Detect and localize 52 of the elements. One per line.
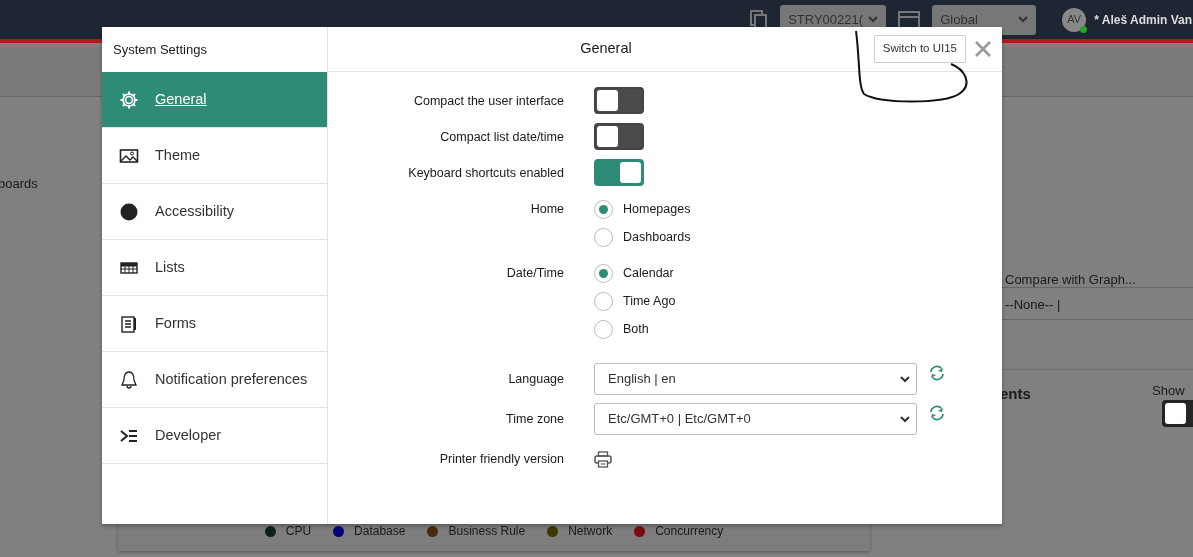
sidebar-item[interactable]: Developer: [102, 408, 327, 464]
toggle-switch[interactable]: [594, 87, 644, 114]
legend-label: Network: [568, 523, 613, 540]
legend-label: Database: [354, 523, 406, 540]
setting-label: Home: [529, 201, 565, 218]
setting-label: Time zone: [505, 410, 565, 428]
caret-icon: [900, 375, 910, 383]
select-field[interactable]: Etc/GMT+0 | Etc/GMT+0: [594, 403, 917, 435]
setting-label: Printer friendly version: [438, 450, 565, 468]
gear-icon: [119, 89, 139, 110]
radio-option[interactable]: Homepages: [594, 195, 691, 223]
radio-option[interactable]: Both: [594, 315, 676, 343]
circle-icon: [119, 201, 139, 222]
caret-icon: [1018, 16, 1029, 23]
sidebar-item[interactable]: Notification preferences: [102, 352, 327, 408]
section-title: ents: [1000, 384, 1031, 404]
user-name[interactable]: * Aleš Admin Van: [1094, 10, 1192, 29]
toggle-switch[interactable]: [594, 123, 644, 150]
switch-ui-button[interactable]: Switch to UI15: [873, 35, 966, 63]
sidebar-item[interactable]: Forms: [102, 296, 327, 352]
toggle-label: Show: [1152, 382, 1185, 400]
sidebar-item[interactable]: Accessibility: [102, 184, 327, 240]
sidebar-item[interactable]: Lists: [102, 240, 327, 296]
legend-label: CPU: [285, 523, 312, 540]
close-button[interactable]: [974, 40, 992, 58]
sidebar-item[interactable]: Theme: [102, 128, 327, 184]
refresh-icon[interactable]: [927, 403, 947, 423]
dialog-heading: General: [579, 39, 633, 59]
setting-label: Compact list date/time: [439, 129, 565, 146]
caret-icon: [900, 415, 910, 423]
close-icon: [974, 40, 992, 58]
printer-icon[interactable]: [594, 450, 612, 468]
sidebar-item[interactable]: General: [102, 72, 327, 128]
radio-option[interactable]: Time Ago: [594, 287, 676, 315]
setting-label: Keyboard shortcuts enabled: [407, 165, 565, 182]
status-dot: [1080, 25, 1088, 33]
radio-option[interactable]: Calendar: [594, 259, 676, 287]
caret-icon: [868, 16, 879, 23]
avatar[interactable]: AV: [1062, 7, 1087, 32]
setting-label: Compact the user interface: [412, 93, 565, 110]
refresh-icon[interactable]: [927, 363, 947, 383]
legend-label: Concurrency: [655, 523, 724, 540]
field-label: Compare with Graph...: [1005, 271, 1136, 289]
select-field[interactable]: English | en: [594, 363, 917, 395]
setting-label: Date/Time: [505, 265, 565, 282]
bell-icon: [119, 369, 139, 390]
radio-option[interactable]: Dashboards: [594, 223, 691, 251]
setting-label: Language: [507, 370, 565, 388]
dialog-title: System Settings: [112, 40, 208, 59]
form-icon: [119, 313, 139, 334]
toggle-switch[interactable]: [594, 159, 644, 186]
legend-label: Business Rule: [448, 523, 526, 540]
